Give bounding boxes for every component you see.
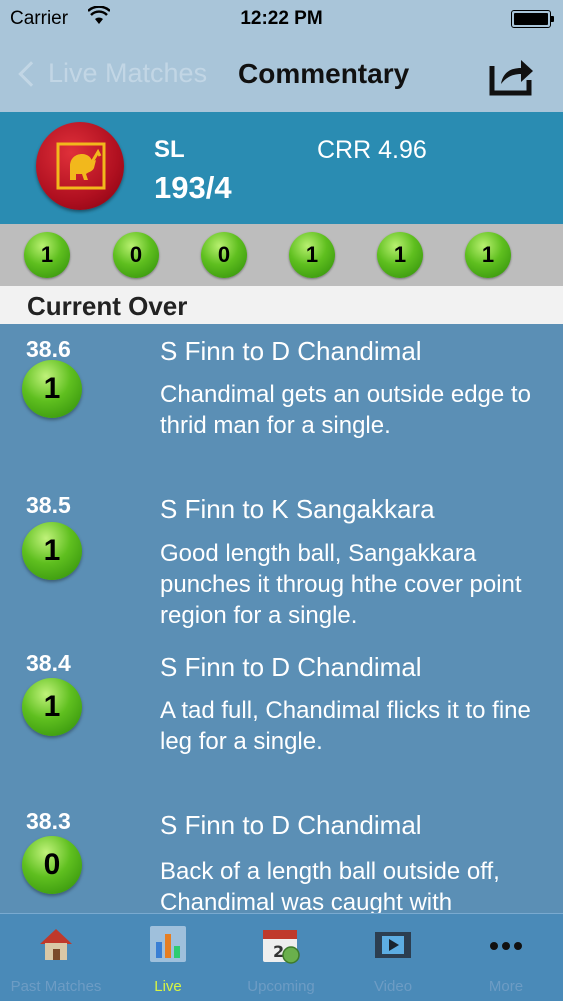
list-item[interactable]: 38.5 1 S Finn to K Sangakkara Good lengt…	[0, 482, 563, 640]
more-icon	[490, 942, 522, 950]
calendar-icon: 2	[263, 930, 300, 964]
over-number: 38.5	[26, 492, 71, 518]
recent-ball: 0	[113, 232, 159, 278]
recent-ball: 1	[24, 232, 70, 278]
section-title: Current Over	[27, 291, 188, 321]
recent-ball: 1	[377, 232, 423, 278]
tab-past-matches[interactable]: Past Matches	[0, 914, 112, 1001]
tab-label: Upcoming	[247, 978, 315, 995]
live-chart-icon	[150, 926, 186, 962]
bowler-batsman: S Finn to K Sangakkara	[160, 494, 435, 524]
bowler-batsman: S Finn to D Chandimal	[160, 336, 422, 366]
tab-label: Video	[373, 978, 413, 995]
over-number: 38.4	[26, 650, 71, 676]
share-icon[interactable]	[489, 54, 535, 96]
navigation-bar: Live Matches Commentary	[0, 38, 563, 112]
sri-lanka-flag-icon	[36, 122, 124, 210]
status-bar: Carrier 12:22 PM	[0, 0, 563, 38]
tab-bar: Past Matches Live 2 Upcoming Video More	[0, 913, 563, 1001]
list-item[interactable]: 38.6 1 S Finn to D Chandimal Chandimal g…	[0, 324, 563, 482]
over-number: 38.6	[26, 336, 71, 362]
back-button[interactable]: Live Matches	[14, 58, 207, 89]
tab-more[interactable]: More	[450, 914, 562, 1001]
list-item[interactable]: 38.4 1 S Finn to D Chandimal A tad full,…	[0, 640, 563, 798]
bowler-batsman: S Finn to D Chandimal	[160, 810, 422, 840]
commentary-text: Chandimal gets an outside edge to thrid …	[160, 381, 531, 439]
svg-text:2: 2	[273, 942, 284, 961]
commentary-text: Back of a length ball outside off, Chand…	[160, 858, 500, 913]
runs-ball: 0	[22, 836, 82, 894]
house-icon	[40, 929, 72, 960]
film-icon	[375, 932, 411, 958]
runs-ball: 1	[22, 360, 82, 418]
tab-label: More	[488, 978, 524, 995]
tab-live[interactable]: Live	[112, 914, 224, 1001]
clock: 12:22 PM	[240, 8, 323, 29]
team-name: SL	[154, 136, 185, 163]
tab-video[interactable]: Video	[337, 914, 449, 1001]
recent-ball: 1	[465, 232, 511, 278]
battery-icon	[511, 10, 554, 28]
section-header: Current Over	[0, 286, 563, 324]
chevron-left-icon	[18, 60, 44, 87]
commentary-text: Good length ball, Sangakkara punches it …	[160, 540, 522, 629]
tab-upcoming[interactable]: 2 Upcoming	[225, 914, 337, 1001]
bowler-batsman: S Finn to D Chandimal	[160, 652, 422, 682]
team-score: 193/4	[154, 170, 232, 205]
tab-label: Live	[154, 978, 182, 995]
current-run-rate: CRR 4.96	[317, 136, 427, 164]
commentary-text: A tad full, Chandimal flicks it to fine …	[160, 697, 531, 755]
page-title: Commentary	[238, 58, 410, 89]
tab-label: Past Matches	[10, 978, 102, 995]
recent-ball: 0	[201, 232, 247, 278]
recent-ball: 1	[289, 232, 335, 278]
list-item[interactable]: 38.3 0 S Finn to D Chandimal Back of a l…	[0, 798, 563, 913]
over-number: 38.3	[26, 808, 71, 834]
runs-ball: 1	[22, 522, 82, 580]
runs-ball: 1	[22, 678, 82, 736]
back-label: Live Matches	[48, 58, 208, 88]
